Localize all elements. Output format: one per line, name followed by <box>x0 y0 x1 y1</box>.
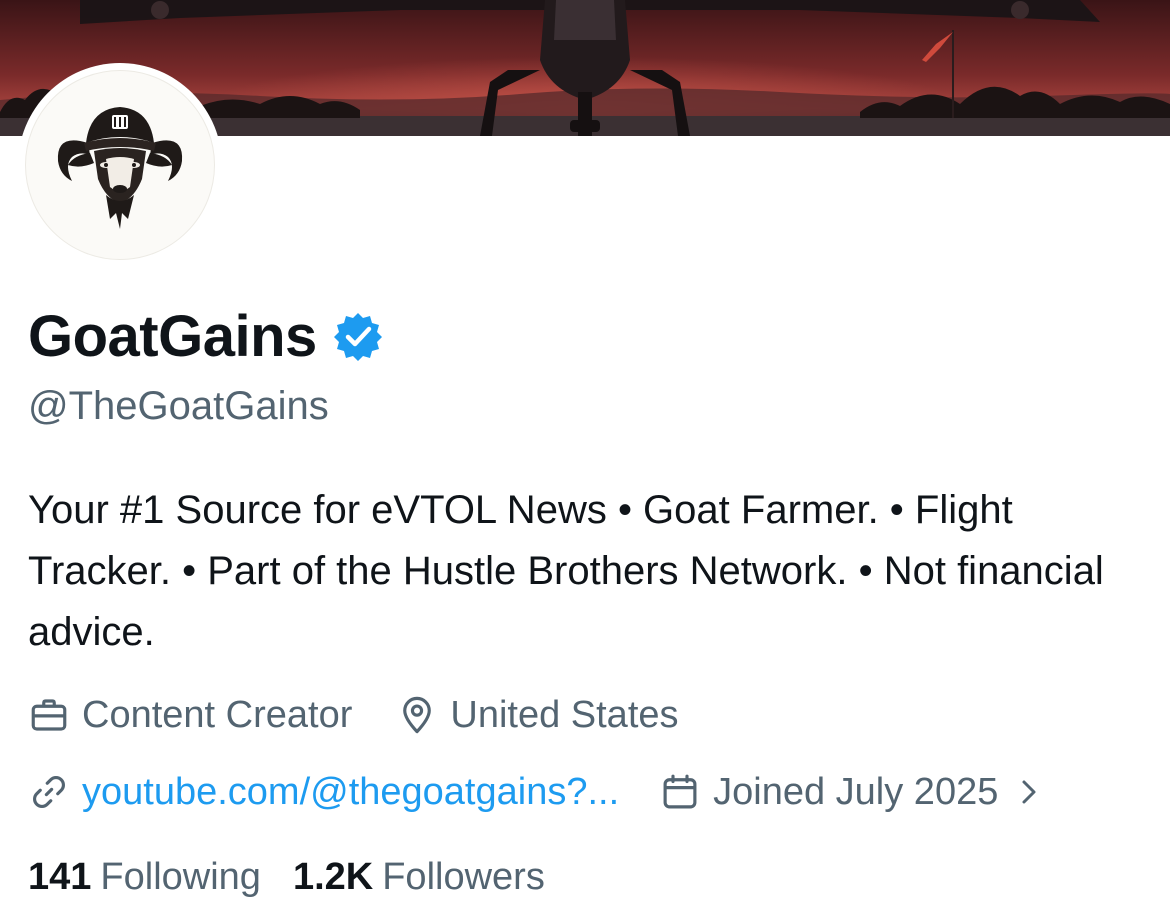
profile-bio: Your #1 Source for eVTOL News • Goat Far… <box>28 488 1104 654</box>
display-name: GoatGains <box>28 303 317 369</box>
following-link[interactable]: 141 Following <box>28 856 261 899</box>
goat-logo-icon <box>25 70 215 260</box>
following-count: 141 <box>28 855 92 898</box>
followers-count: 1.2K <box>292 855 374 898</box>
profile-website[interactable]: youtube.com/@thegoatgains?... <box>28 771 619 814</box>
location-pin-icon <box>403 696 432 734</box>
category-label: Content Creator <box>82 693 353 736</box>
briefcase-icon <box>31 699 67 731</box>
profile-handle: @TheGoatGains <box>28 384 329 428</box>
verified-badge-icon[interactable] <box>333 311 383 361</box>
joined-label: Joined July 2025 <box>713 770 999 813</box>
profile-avatar[interactable] <box>18 63 222 267</box>
link-icon <box>33 776 65 808</box>
location-label: United States <box>450 693 679 736</box>
website-link[interactable]: youtube.com/@thegoatgains?... <box>82 771 619 814</box>
followers-link[interactable]: 1.2K Followers <box>293 856 545 899</box>
chevron-right-icon[interactable] <box>1014 777 1044 807</box>
follow-stats: 141 Following 1.2K Followers <box>28 852 545 902</box>
profile-meta-row: Content Creator United States <box>28 688 679 742</box>
calendar-icon <box>663 774 697 809</box>
display-name-row: GoatGains <box>28 300 383 372</box>
profile-category: Content Creator <box>28 694 352 737</box>
followers-label: Followers <box>382 855 545 898</box>
profile-meta-row-2: youtube.com/@thegoatgains?... Joined Jul… <box>28 765 1044 819</box>
profile-page: GoatGains @TheGoatGains Your #1 Source f… <box>0 0 1170 911</box>
following-label: Following <box>100 855 261 898</box>
profile-joined[interactable]: Joined July 2025 <box>659 771 1044 814</box>
profile-location: United States <box>396 693 679 737</box>
